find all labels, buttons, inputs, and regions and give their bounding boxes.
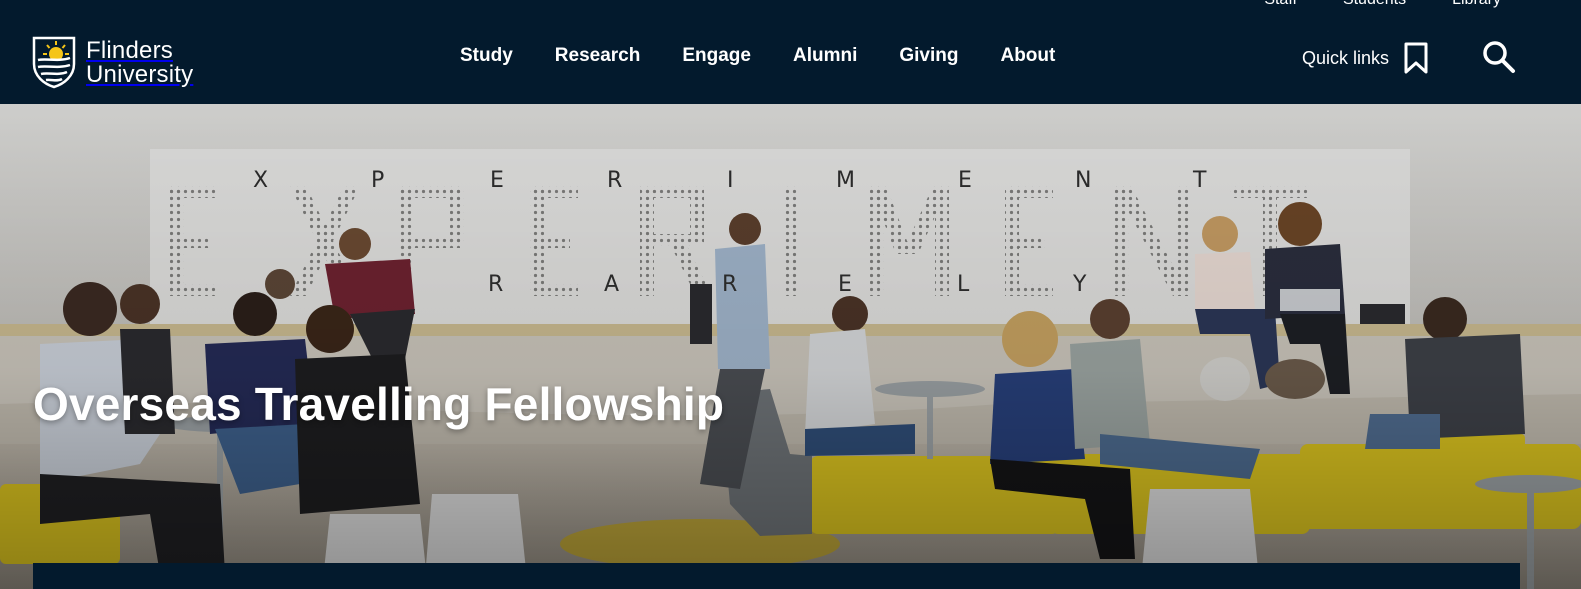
wall-letter: Y — [1073, 272, 1087, 297]
wall-letter: X — [253, 168, 269, 193]
wall-letter: P — [371, 168, 385, 193]
hero-banner: X P E R I M E N T R A R E L Y Overseas T… — [0, 104, 1581, 589]
nav-item-giving[interactable]: Giving — [899, 45, 958, 67]
search-icon — [1483, 41, 1515, 73]
hero-photo — [0, 104, 1581, 589]
wall-letter: R — [722, 272, 738, 297]
nav-item-about[interactable]: About — [1000, 45, 1055, 67]
university-logo[interactable]: Flinders University — [32, 36, 193, 89]
site-header: Staff Students Library Flinders Universi… — [0, 0, 1581, 104]
nav-item-research[interactable]: Research — [555, 45, 641, 67]
wall-letter: R — [488, 272, 504, 297]
logo-line-2: University — [86, 60, 194, 88]
logo-wordmark: Flinders University — [86, 36, 194, 88]
utility-nav: Staff Students Library — [1264, 0, 1501, 9]
content-bar — [33, 563, 1520, 589]
wall-letter: L — [957, 272, 970, 297]
wall-letter: E — [838, 272, 852, 297]
page-title: Overseas Travelling Fellowship — [33, 378, 725, 430]
bookmark-icon — [1404, 42, 1428, 74]
flinders-shield-icon — [32, 36, 76, 89]
nav-item-engage[interactable]: Engage — [682, 45, 751, 67]
utility-link-library[interactable]: Library — [1452, 0, 1501, 9]
logo-line-1: Flinders — [86, 36, 173, 64]
wall-letter: N — [1075, 168, 1092, 193]
nav-item-study[interactable]: Study — [460, 45, 513, 67]
wall-letter: T — [1193, 168, 1207, 193]
wall-letter: E — [958, 168, 972, 193]
search-button[interactable] — [1482, 40, 1516, 74]
utility-link-students[interactable]: Students — [1343, 0, 1406, 9]
wall-letter: M — [836, 168, 855, 193]
wall-letter: I — [727, 168, 734, 193]
wall-letter: E — [490, 168, 504, 193]
quick-links-label: Quick links — [1302, 47, 1390, 68]
wall-letter: R — [607, 168, 623, 193]
wall-letter: A — [604, 272, 620, 297]
quick-links-button[interactable]: Quick links — [1302, 42, 1429, 74]
main-nav: Study Research Engage Alumni Giving Abou… — [460, 45, 1055, 67]
nav-item-alumni[interactable]: Alumni — [793, 45, 857, 67]
utility-link-staff[interactable]: Staff — [1264, 0, 1297, 9]
